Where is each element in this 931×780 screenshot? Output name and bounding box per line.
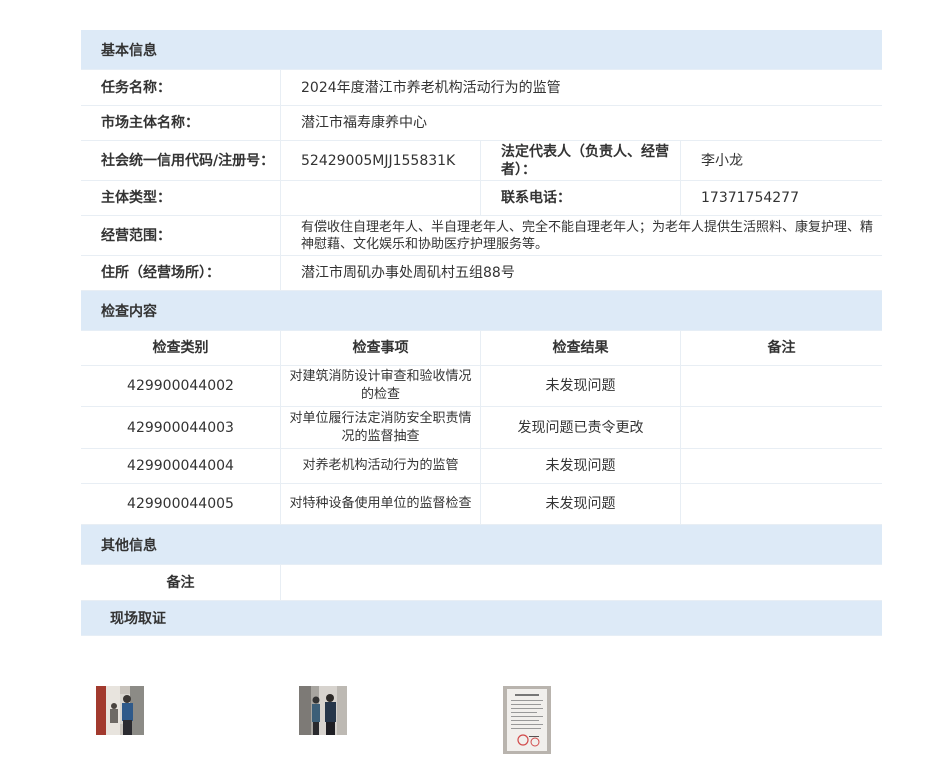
- row-item: 对特种设备使用单位的监督检查: [281, 484, 481, 524]
- subject-type-value: [281, 181, 481, 215]
- row-item: 对建筑消防设计审查和验收情况的检查: [281, 366, 481, 406]
- section-basic-title: 基本信息: [101, 42, 157, 59]
- row-category: 429900044002: [81, 366, 281, 406]
- market-subject-label: 市场主体名称：: [81, 106, 281, 140]
- row-scope: 经营范围： 有偿收住自理老年人、半自理老年人、完全不能自理老年人；为老年人提供生…: [81, 216, 882, 256]
- section-other-header: 其他信息: [81, 525, 882, 565]
- subject-type-label: 主体类型：: [81, 181, 281, 215]
- section-inspection-title: 检查内容: [101, 303, 157, 320]
- photo-document[interactable]: [503, 686, 551, 754]
- inspection-header-row: 检查类别 检查事项 检查结果 备注: [81, 331, 882, 366]
- task-name-label: 任务名称：: [81, 70, 281, 105]
- section-inspection-header: 检查内容: [81, 291, 882, 331]
- section-evidence-title: 现场取证: [110, 611, 166, 627]
- photo-inspection-1[interactable]: [96, 686, 144, 735]
- other-note-label: 备注: [81, 565, 281, 600]
- credit-code-value: 52429005MJJ155831K: [281, 141, 481, 180]
- row-note: [681, 484, 882, 524]
- row-task-name: 任务名称： 2024年度潜江市养老机构活动行为的监管: [81, 70, 882, 106]
- row-note: [681, 449, 882, 483]
- scope-label: 经营范围：: [81, 216, 281, 255]
- row-category: 429900044003: [81, 407, 281, 448]
- phone-value: 17371754277: [701, 190, 799, 206]
- credit-code-label: 社会统一信用代码/注册号：: [81, 141, 281, 180]
- photo-inspection-2[interactable]: [299, 686, 347, 735]
- section-basic-header: 基本信息: [81, 30, 882, 70]
- legal-rep-value: 李小龙: [701, 152, 743, 169]
- market-subject-value: 潜江市福寿康养中心: [301, 115, 427, 131]
- row-address: 住所（经营场所）： 潜江市周矶办事处周矶村五组88号: [81, 256, 882, 291]
- address-label: 住所（经营场所）：: [81, 256, 281, 290]
- row-credit-code: 社会统一信用代码/注册号： 52429005MJJ155831K 法定代表人（负…: [81, 141, 882, 181]
- table-row: 429900044004 对养老机构活动行为的监管 未发现问题: [81, 449, 882, 484]
- legal-rep-label: 法定代表人（负责人、经营者）：: [481, 141, 681, 180]
- row-category: 429900044004: [81, 449, 281, 483]
- row-result: 未发现问题: [481, 366, 681, 406]
- other-note-value: [281, 565, 882, 600]
- row-note: [681, 407, 882, 448]
- row-result: 未发现问题: [481, 484, 681, 524]
- col-header-category: 检查类别: [81, 331, 281, 365]
- row-note: [681, 366, 882, 406]
- scope-value: 有偿收住自理老年人、半自理老年人、完全不能自理老年人；为老年人提供生活照料、康复…: [301, 219, 874, 252]
- row-category: 429900044005: [81, 484, 281, 524]
- row-subject-type: 主体类型： 联系电话： 17371754277: [81, 181, 882, 216]
- table-row: 429900044005 对特种设备使用单位的监督检查 未发现问题: [81, 484, 882, 525]
- phone-label: 联系电话：: [481, 181, 681, 215]
- address-value: 潜江市周矶办事处周矶村五组88号: [301, 265, 515, 281]
- table-row: 429900044002 对建筑消防设计审查和验收情况的检查 未发现问题: [81, 366, 882, 407]
- col-header-item: 检查事项: [281, 331, 481, 365]
- record-panel: 基本信息 任务名称： 2024年度潜江市养老机构活动行为的监管 市场主体名称： …: [81, 30, 882, 636]
- row-other-note: 备注: [81, 565, 882, 601]
- row-result: 发现问题已责令更改: [481, 407, 681, 448]
- row-item: 对养老机构活动行为的监管: [281, 449, 481, 483]
- section-other-title: 其他信息: [101, 537, 157, 554]
- row-item: 对单位履行法定消防安全职责情况的监督抽查: [281, 407, 481, 448]
- task-name-value: 2024年度潜江市养老机构活动行为的监管: [301, 79, 561, 96]
- section-evidence-header: 现场取证: [81, 601, 882, 636]
- col-header-result: 检查结果: [481, 331, 681, 365]
- row-market-subject: 市场主体名称： 潜江市福寿康养中心: [81, 106, 882, 141]
- table-row: 429900044003 对单位履行法定消防安全职责情况的监督抽查 发现问题已责…: [81, 407, 882, 449]
- col-header-note: 备注: [767, 340, 796, 356]
- row-result: 未发现问题: [481, 449, 681, 483]
